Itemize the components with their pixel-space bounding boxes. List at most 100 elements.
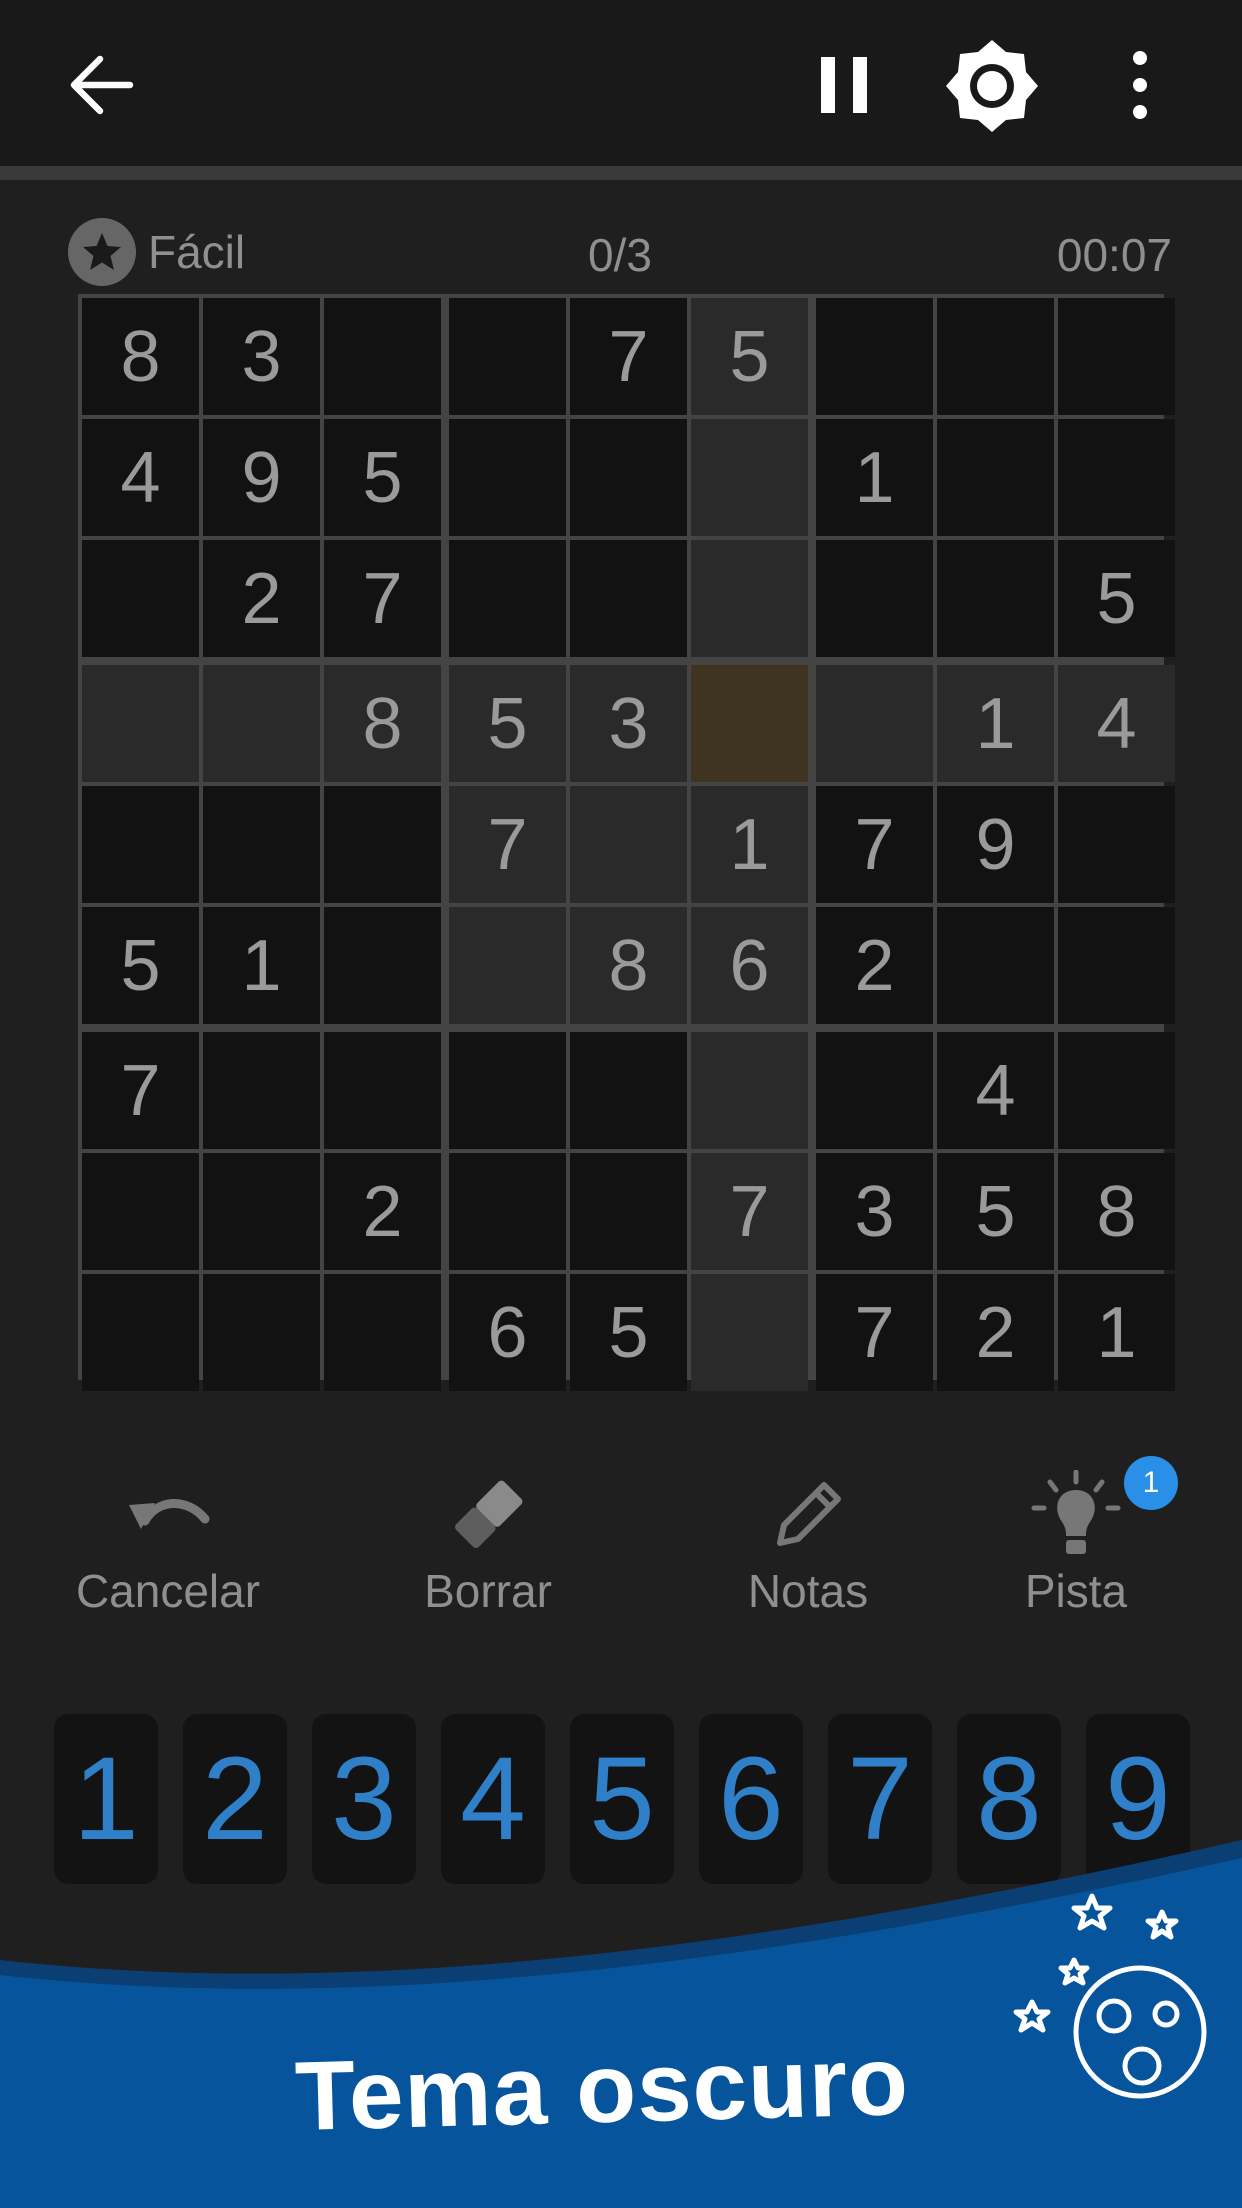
undo-icon: [129, 1499, 210, 1529]
arrow-left-icon: [70, 55, 134, 115]
board-cell-r4c8[interactable]: 1: [937, 665, 1054, 782]
board-cell-r6c3[interactable]: [324, 907, 441, 1024]
board-cell-r4c7[interactable]: [816, 665, 933, 782]
board-cell-r6c8[interactable]: [937, 907, 1054, 1024]
board-cell-r7c5[interactable]: [570, 1032, 687, 1149]
board-cell-r3c2[interactable]: 2: [203, 540, 320, 657]
board-cell-r5c1[interactable]: [82, 786, 199, 903]
game-timer: 00:07: [1056, 229, 1172, 281]
board-cell-r6c7[interactable]: 2: [816, 907, 933, 1024]
board-cell-r9c6[interactable]: [691, 1274, 808, 1391]
board-cell-r4c2[interactable]: [203, 665, 320, 782]
board-cell-r4c1[interactable]: [82, 665, 199, 782]
board-cell-r8c3[interactable]: 2: [324, 1153, 441, 1270]
board-cell-r5c9[interactable]: [1058, 786, 1175, 903]
pause-button[interactable]: [800, 40, 890, 130]
board-cell-r3c1[interactable]: [82, 540, 199, 657]
board-cell-r2c8[interactable]: [937, 419, 1054, 536]
board-cell-r4c3[interactable]: 8: [324, 665, 441, 782]
moon-stars-icon: [1013, 1893, 1207, 2099]
board-cell-r5c6[interactable]: 1: [691, 786, 808, 903]
board-cell-r7c7[interactable]: [816, 1032, 933, 1149]
board-cell-r4c9[interactable]: 4: [1058, 665, 1175, 782]
board-cell-r8c8[interactable]: 5: [937, 1153, 1054, 1270]
lightbulb-icon: [1031, 1470, 1121, 1554]
board-cell-r7c1[interactable]: 7: [82, 1032, 199, 1149]
notes-button[interactable]: Notas: [688, 1470, 928, 1630]
eraser-icon: [455, 1480, 523, 1548]
board-cell-r1c6[interactable]: 5: [691, 298, 808, 415]
board-cell-r8c9[interactable]: 8: [1058, 1153, 1175, 1270]
board-cell-r3c5[interactable]: [570, 540, 687, 657]
board-cell-r9c2[interactable]: [203, 1274, 320, 1391]
more-options-button[interactable]: [1100, 40, 1180, 130]
board-cell-r7c6[interactable]: [691, 1032, 808, 1149]
board-cell-r9c5[interactable]: 5: [570, 1274, 687, 1391]
erase-button[interactable]: Borrar: [368, 1470, 608, 1630]
board-cell-r8c1[interactable]: [82, 1153, 199, 1270]
board-cell-r1c5[interactable]: 7: [570, 298, 687, 415]
board-cell-r3c9[interactable]: 5: [1058, 540, 1175, 657]
board-cell-r7c2[interactable]: [203, 1032, 320, 1149]
board-cell-r3c6[interactable]: [691, 540, 808, 657]
board-cell-r4c5[interactable]: 3: [570, 665, 687, 782]
board-cell-r3c7[interactable]: [816, 540, 933, 657]
board-cell-r6c9[interactable]: [1058, 907, 1175, 1024]
board-cell-r2c5[interactable]: [570, 419, 687, 536]
board-cell-r1c7[interactable]: [816, 298, 933, 415]
pencil-icon: [777, 1482, 841, 1546]
board-cell-r5c3[interactable]: [324, 786, 441, 903]
board-cell-r3c4[interactable]: [449, 540, 566, 657]
board-cell-r6c5[interactable]: 8: [570, 907, 687, 1024]
undo-label: Cancelar: [75, 1565, 261, 1617]
board-cell-r8c2[interactable]: [203, 1153, 320, 1270]
board-cell-r1c1[interactable]: 8: [82, 298, 199, 415]
board-cell-r2c6[interactable]: [691, 419, 808, 536]
board-cell-r5c5[interactable]: [570, 786, 687, 903]
board-cell-r6c2[interactable]: 1: [203, 907, 320, 1024]
board-cell-r2c1[interactable]: 4: [82, 419, 199, 536]
board-cell-r5c7[interactable]: 7: [816, 786, 933, 903]
board-cell-r1c3[interactable]: [324, 298, 441, 415]
board-cell-r4c4[interactable]: 5: [449, 665, 566, 782]
brightness-button[interactable]: [944, 38, 1040, 134]
back-button[interactable]: [56, 40, 146, 130]
board-cell-r7c8[interactable]: 4: [937, 1032, 1054, 1149]
board-cell-r7c4[interactable]: [449, 1032, 566, 1149]
board-cell-r5c4[interactable]: 7: [449, 786, 566, 903]
board-cell-r9c9[interactable]: 1: [1058, 1274, 1175, 1391]
board-cell-r3c8[interactable]: [937, 540, 1054, 657]
board-cell-r8c7[interactable]: 3: [816, 1153, 933, 1270]
board-cell-r8c4[interactable]: [449, 1153, 566, 1270]
board-cell-r1c2[interactable]: 3: [203, 298, 320, 415]
board-cell-r6c6[interactable]: 6: [691, 907, 808, 1024]
pause-icon: [821, 57, 867, 113]
board-cell-r6c1[interactable]: 5: [82, 907, 199, 1024]
more-vertical-icon: [1133, 51, 1147, 119]
board-cell-r9c1[interactable]: [82, 1274, 199, 1391]
board-cell-r6c4[interactable]: [449, 907, 566, 1024]
undo-button[interactable]: Cancelar: [48, 1470, 288, 1630]
board-cell-r2c4[interactable]: [449, 419, 566, 536]
board-cell-r9c7[interactable]: 7: [816, 1274, 933, 1391]
board-cell-r2c7[interactable]: 1: [816, 419, 933, 536]
board-cell-r8c5[interactable]: [570, 1153, 687, 1270]
board-cell-r8c6[interactable]: 7: [691, 1153, 808, 1270]
board-cell-r9c8[interactable]: 2: [937, 1274, 1054, 1391]
board-cell-r1c9[interactable]: [1058, 298, 1175, 415]
board-cell-r9c4[interactable]: 6: [449, 1274, 566, 1391]
board-cell-r5c2[interactable]: [203, 786, 320, 903]
board-cell-r2c2[interactable]: 9: [203, 419, 320, 536]
erase-label: Borrar: [424, 1565, 552, 1617]
board-cell-r1c8[interactable]: [937, 298, 1054, 415]
board-cell-r2c9[interactable]: [1058, 419, 1175, 536]
board-cell-r4c6[interactable]: [691, 665, 808, 782]
board-cell-r2c3[interactable]: 5: [324, 419, 441, 536]
board-cell-r9c3[interactable]: [324, 1274, 441, 1391]
board-cell-r7c9[interactable]: [1058, 1032, 1175, 1149]
mistakes-counter: 0/3: [588, 229, 652, 281]
board-cell-r7c3[interactable]: [324, 1032, 441, 1149]
board-cell-r5c8[interactable]: 9: [937, 786, 1054, 903]
board-cell-r3c3[interactable]: 7: [324, 540, 441, 657]
board-cell-r1c4[interactable]: [449, 298, 566, 415]
